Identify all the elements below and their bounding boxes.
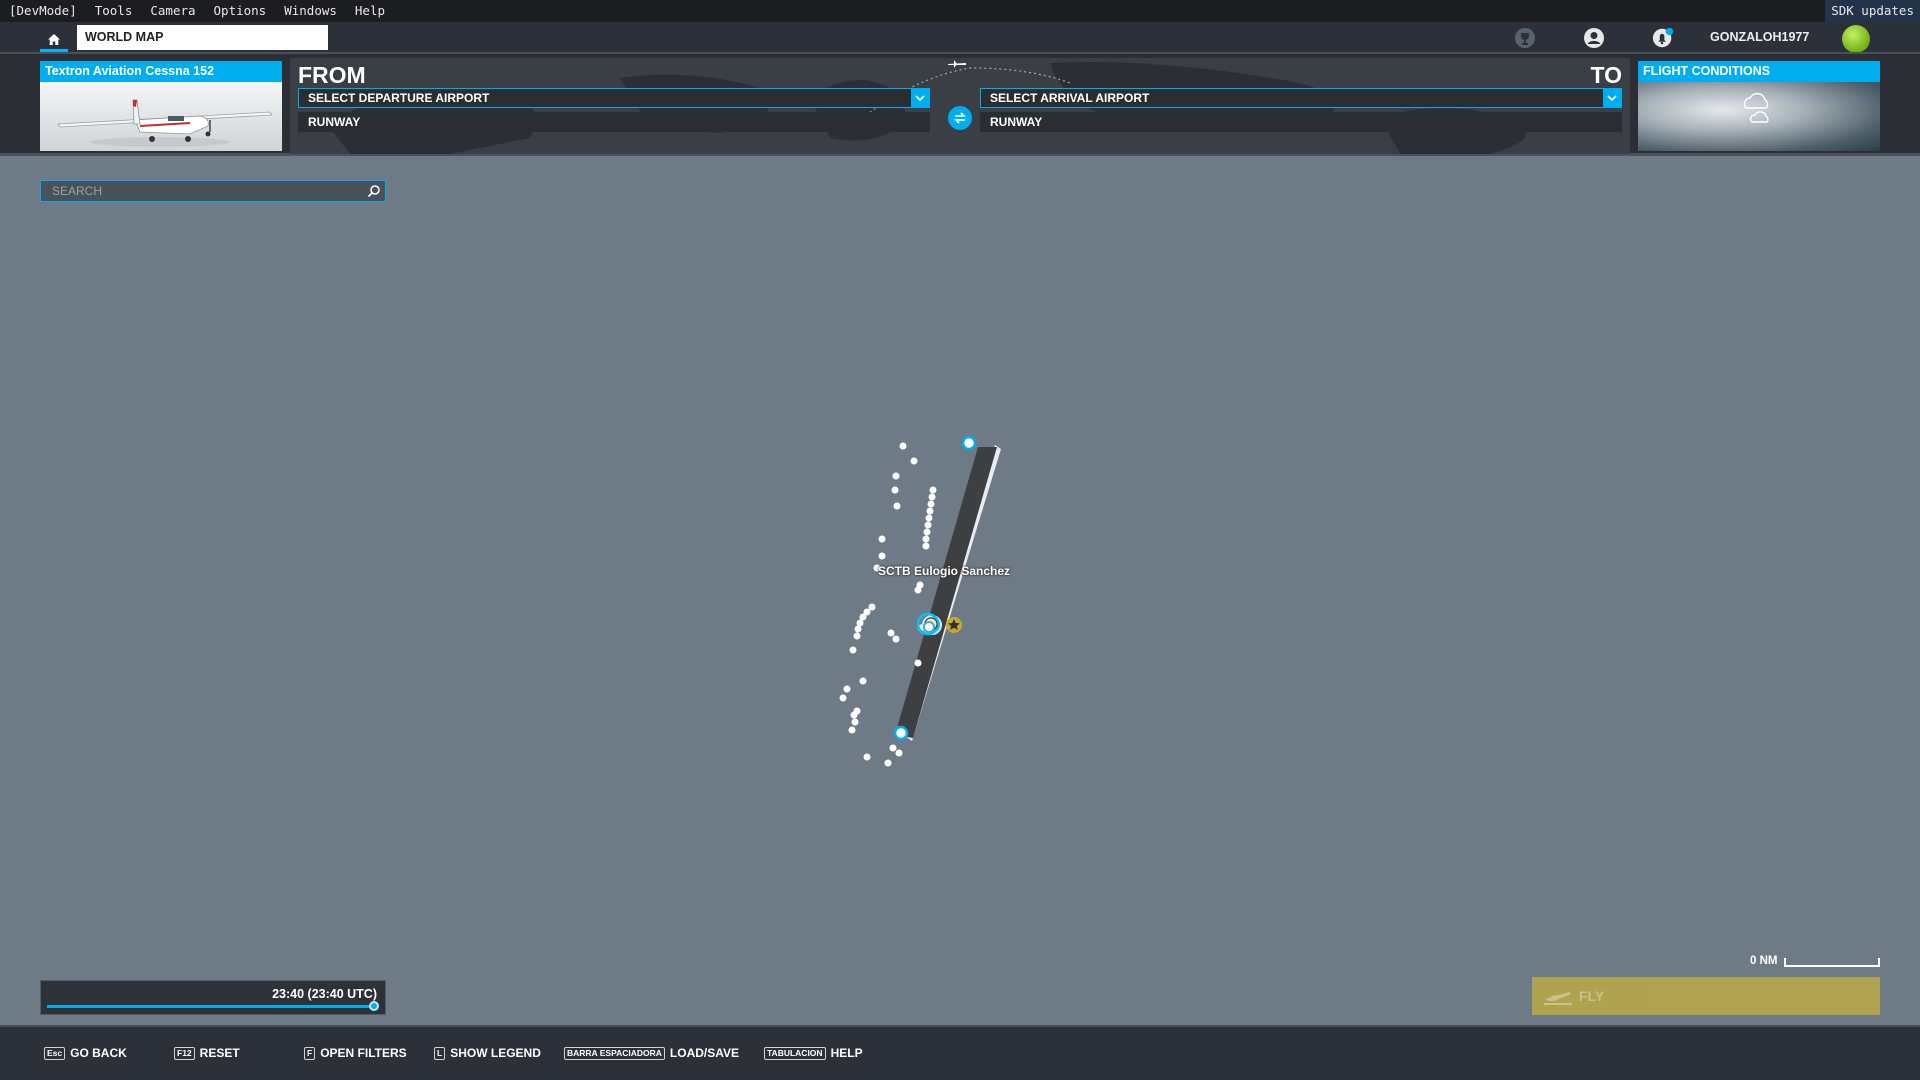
arrival-runway-select[interactable]: RUNWAY	[980, 112, 1622, 132]
to-label: TO	[1590, 62, 1622, 88]
key-tab: TABULACION	[764, 1046, 826, 1060]
key-f: F	[304, 1046, 316, 1060]
departure-airport-label: SELECT DEPARTURE AIRPORT	[308, 91, 490, 105]
key-escape: Esc	[44, 1046, 66, 1060]
runway-end-marker[interactable]	[961, 435, 977, 451]
load-save-shortcut[interactable]: BARRA ESPACIADORA LOAD/SAVE	[564, 1046, 739, 1060]
achievements-icon[interactable]	[1513, 26, 1537, 50]
key-f12: F12	[174, 1046, 195, 1060]
key-l: L	[434, 1046, 446, 1060]
menu-help[interactable]: Help	[346, 0, 394, 22]
help-label: HELP	[830, 1046, 863, 1060]
show-legend-shortcut[interactable]: L SHOW LEGEND	[434, 1046, 541, 1060]
world-map-tab[interactable]: WORLD MAP	[77, 25, 328, 50]
time-text: 23:40 (23:40 UTC)	[272, 987, 377, 1001]
menu-devmode[interactable]: [DevMode]	[0, 0, 86, 22]
menu-options[interactable]: Options	[205, 0, 276, 22]
help-shortcut[interactable]: TABULACION HELP	[764, 1046, 863, 1060]
flight-plan-header: Textron Aviation Cessna 152 FROM TO SELE…	[0, 52, 1920, 156]
show-legend-label: SHOW LEGEND	[450, 1046, 541, 1060]
aircraft-image	[40, 82, 282, 151]
takeoff-icon	[1544, 992, 1572, 1005]
map-scale-label: 0 NM	[1750, 955, 1778, 967]
time-slider[interactable]	[47, 1001, 379, 1011]
time-slider-handle[interactable]	[369, 1001, 379, 1011]
swap-icon	[954, 112, 966, 124]
from-label: FROM	[298, 62, 366, 88]
top-navigation: WORLD MAP GONZALOH1977	[0, 22, 1920, 53]
dev-menu-bar: [DevMode] Tools Camera Options Windows H…	[0, 0, 1920, 22]
menu-camera[interactable]: Camera	[141, 0, 204, 22]
key-spacebar: BARRA ESPACIADORA	[564, 1046, 665, 1060]
weather-cloud-icon	[1743, 92, 1769, 123]
route-panel: FROM TO SELECT DEPARTURE AIRPORT RUNWAY …	[290, 58, 1630, 154]
map-scale-bar	[1784, 958, 1880, 967]
notifications-icon[interactable]	[1651, 26, 1675, 50]
open-filters-shortcut[interactable]: F OPEN FILTERS	[304, 1046, 407, 1060]
level-ball-icon[interactable]	[1842, 25, 1870, 53]
home-icon[interactable]	[42, 27, 66, 51]
reset-shortcut[interactable]: F12 RESET	[174, 1046, 240, 1060]
time-of-day-panel: 23:40 (23:40 UTC)	[40, 980, 386, 1015]
reset-label: RESET	[199, 1046, 240, 1060]
plane-route-icon	[948, 60, 966, 68]
arrival-airport-select[interactable]: SELECT ARRIVAL AIRPORT	[980, 88, 1622, 108]
flight-conditions-image	[1638, 82, 1880, 151]
departure-airport-select[interactable]: SELECT DEPARTURE AIRPORT	[298, 88, 930, 108]
aircraft-selection-card[interactable]: Textron Aviation Cessna 152	[40, 61, 282, 151]
flight-conditions-card[interactable]: FLIGHT CONDITIONS	[1638, 61, 1880, 151]
menu-windows[interactable]: Windows	[275, 0, 346, 22]
swap-airports-button[interactable]	[948, 106, 972, 130]
menu-tools[interactable]: Tools	[86, 0, 142, 22]
arrival-airport-label: SELECT ARRIVAL AIRPORT	[990, 91, 1150, 105]
airport-label[interactable]: SCTB Eulogio Sanchez	[878, 564, 1010, 578]
aircraft-title: Textron Aviation Cessna 152	[40, 61, 282, 82]
flight-conditions-title: FLIGHT CONDITIONS	[1638, 61, 1880, 82]
shortcut-bar: Esc GO BACK F12 RESET F OPEN FILTERS L S…	[0, 1025, 1920, 1080]
fly-label: FLY	[1579, 988, 1605, 1004]
open-filters-label: OPEN FILTERS	[320, 1046, 407, 1060]
chevron-down-icon[interactable]	[1603, 89, 1621, 107]
username[interactable]: GONZALOH1977	[1710, 30, 1809, 44]
go-back-shortcut[interactable]: Esc GO BACK	[44, 1046, 127, 1060]
fly-button[interactable]: FLY	[1532, 977, 1880, 1015]
runway-threshold-icon[interactable]	[923, 621, 935, 633]
go-back-label: GO BACK	[70, 1046, 127, 1060]
world-map[interactable]	[0, 160, 1920, 1025]
runway-end-marker[interactable]	[893, 725, 909, 741]
sdk-updates-button[interactable]: SDK updates	[1825, 0, 1920, 22]
departure-runway-select[interactable]: RUNWAY	[298, 112, 930, 132]
favorite-star-icon[interactable]	[946, 617, 962, 633]
taxiway-lights	[839, 442, 937, 767]
profile-icon[interactable]	[1582, 26, 1606, 50]
runway[interactable]	[895, 445, 1001, 741]
load-save-label: LOAD/SAVE	[669, 1046, 740, 1060]
chevron-down-icon[interactable]	[911, 89, 929, 107]
